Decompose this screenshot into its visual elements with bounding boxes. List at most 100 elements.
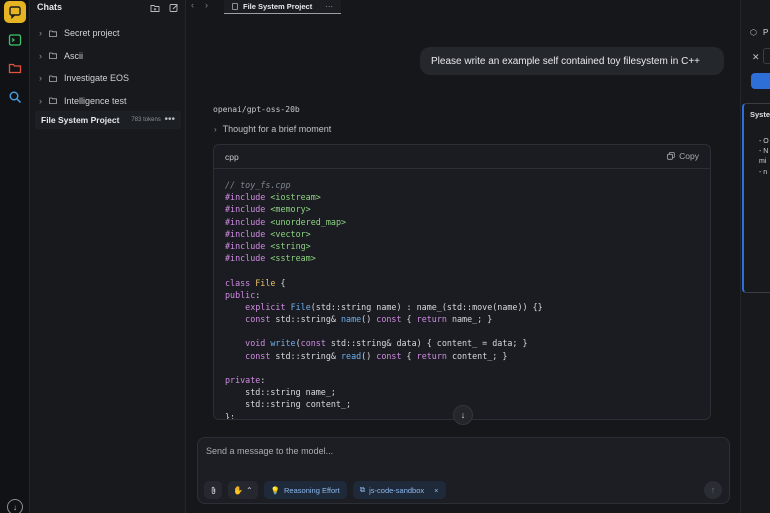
chat-folder-list: › Secret project › Ascii › Investigate E… [31, 22, 185, 112]
chevron-right-icon: › [39, 73, 42, 84]
system-prompt-line: - O [759, 138, 769, 145]
code-token: { [401, 314, 417, 325]
code-token: class [225, 277, 251, 288]
code-token: std::string& data) { content_ = data; } [325, 338, 528, 349]
folder-label: Intelligence test [64, 95, 127, 106]
sidebar-title: Chats [37, 2, 63, 12]
code-token: name_; } [446, 314, 493, 325]
reasoning-effort-button[interactable]: 💡 Reasoning Effort [263, 481, 347, 499]
user-message-text: Please write an example self contained t… [431, 55, 701, 67]
code-token: File [290, 301, 311, 312]
copy-label: Copy [679, 151, 699, 161]
forward-arrow-icon[interactable]: › [205, 0, 208, 10]
attach-button[interactable] [204, 481, 222, 499]
terminal-icon[interactable] [4, 29, 26, 51]
code-token: return [416, 350, 447, 361]
folder-item[interactable]: › Ascii [31, 45, 185, 68]
plugin-icon: ⧉ [359, 485, 366, 494]
folder-item[interactable]: › Investigate EOS [31, 67, 185, 90]
download-icon[interactable]: ↓ [7, 499, 23, 513]
code-token: <vector> [270, 228, 311, 239]
chat-icon[interactable] [4, 1, 26, 23]
code-token: read [340, 350, 362, 361]
tab-label: File System Project [243, 2, 313, 11]
code-token: content_; } [446, 350, 508, 361]
code-token: const [245, 314, 271, 325]
send-button[interactable]: ↑ [704, 481, 722, 499]
code-token: std::string& [270, 350, 341, 361]
hand-icon: ✋ [233, 485, 243, 495]
tab-file-system-project[interactable]: File System Project ··· [224, 0, 342, 14]
activity-bar: ↓ [0, 0, 30, 513]
code-line: std::string name_; [225, 386, 710, 398]
close-icon[interactable]: ✕ [752, 52, 760, 63]
code-token: #include [225, 204, 266, 215]
code-token: <string> [270, 240, 311, 251]
right-panel: ⬡ P ✕ Syste - O - N mi - n [740, 0, 770, 513]
arrow-down-icon: ↓ [460, 410, 466, 420]
code-line: public: [225, 289, 710, 301]
sidebar-toolbar [150, 0, 179, 12]
scroll-down-button[interactable]: ↓ [453, 405, 473, 425]
code-token: #include [225, 216, 266, 227]
folder-item[interactable]: › Secret project [31, 22, 185, 45]
chevron-right-icon: › [39, 50, 42, 61]
code-token: #include [225, 228, 266, 239]
sidebar-header: Chats [31, 0, 185, 14]
panel-action-button[interactable] [751, 73, 770, 89]
code-content: // toy_fs.cpp #include <iostream> #include… [214, 169, 710, 419]
code-token: (std::string name) : name_(std::move(nam… [310, 301, 543, 312]
code-token: const [376, 314, 402, 325]
panel-input[interactable] [763, 48, 770, 64]
chevron-right-icon: › [39, 95, 42, 106]
remove-chip-icon[interactable]: × [434, 486, 438, 495]
code-token: name [340, 314, 362, 325]
tool-select-button[interactable]: ✋ ⌃ [228, 481, 258, 499]
tab-more-icon[interactable]: ··· [325, 2, 333, 11]
chevron-right-icon: › [214, 124, 217, 134]
chat-name: File System Project [41, 115, 120, 125]
code-line: #include <iostream> [225, 191, 710, 203]
folder-icon [49, 75, 61, 82]
folder-icon[interactable] [4, 57, 26, 79]
system-prompt-line: - N [759, 148, 769, 155]
folder-item[interactable]: › Intelligence test [31, 90, 185, 113]
code-line: // toy_fs.cpp [225, 179, 710, 191]
code-token: const [300, 338, 326, 349]
system-prompt-box[interactable] [742, 103, 770, 293]
code-token: public [225, 289, 256, 300]
code-token: return [416, 314, 447, 325]
copy-button[interactable]: Copy [667, 151, 699, 161]
caret-up-icon: ⌃ [245, 485, 253, 495]
chevron-right-icon: › [39, 28, 42, 39]
code-line: const std::string& name() const { return… [225, 313, 710, 325]
thought-toggle[interactable]: › Thought for a brief moment [214, 124, 331, 134]
new-chat-icon[interactable] [169, 0, 179, 12]
message-input[interactable] [206, 446, 706, 456]
cube-icon: ⬡ [750, 28, 757, 37]
code-line: void write(const std::string& data) { co… [225, 337, 710, 349]
code-block-header: cpp Copy [214, 145, 710, 169]
code-line: private: [225, 374, 710, 386]
back-arrow-icon[interactable]: ‹ [191, 0, 194, 10]
chats-sidebar: Chats › Secret project › Ascii › Investi… [31, 0, 186, 513]
copy-icon [667, 152, 675, 160]
code-token: #include [225, 192, 266, 203]
folder-label: Secret project [64, 28, 120, 39]
active-chat-item[interactable]: File System Project 783 tokens ••• [35, 111, 181, 129]
code-token: std::string name_; [225, 387, 336, 398]
code-line: class File { [225, 277, 710, 289]
code-token: <iostream> [270, 192, 321, 203]
search-icon[interactable] [4, 86, 26, 108]
code-block: cpp Copy // toy_fs.cpp #include <iostream… [213, 144, 711, 420]
sandbox-chip[interactable]: ⧉ js-code-sandbox × [352, 481, 446, 499]
folder-label: Investigate EOS [64, 73, 130, 84]
new-folder-icon[interactable] [150, 0, 160, 12]
code-token: const [245, 350, 271, 361]
more-options-icon[interactable]: ••• [164, 114, 175, 125]
code-token: () [361, 350, 377, 361]
